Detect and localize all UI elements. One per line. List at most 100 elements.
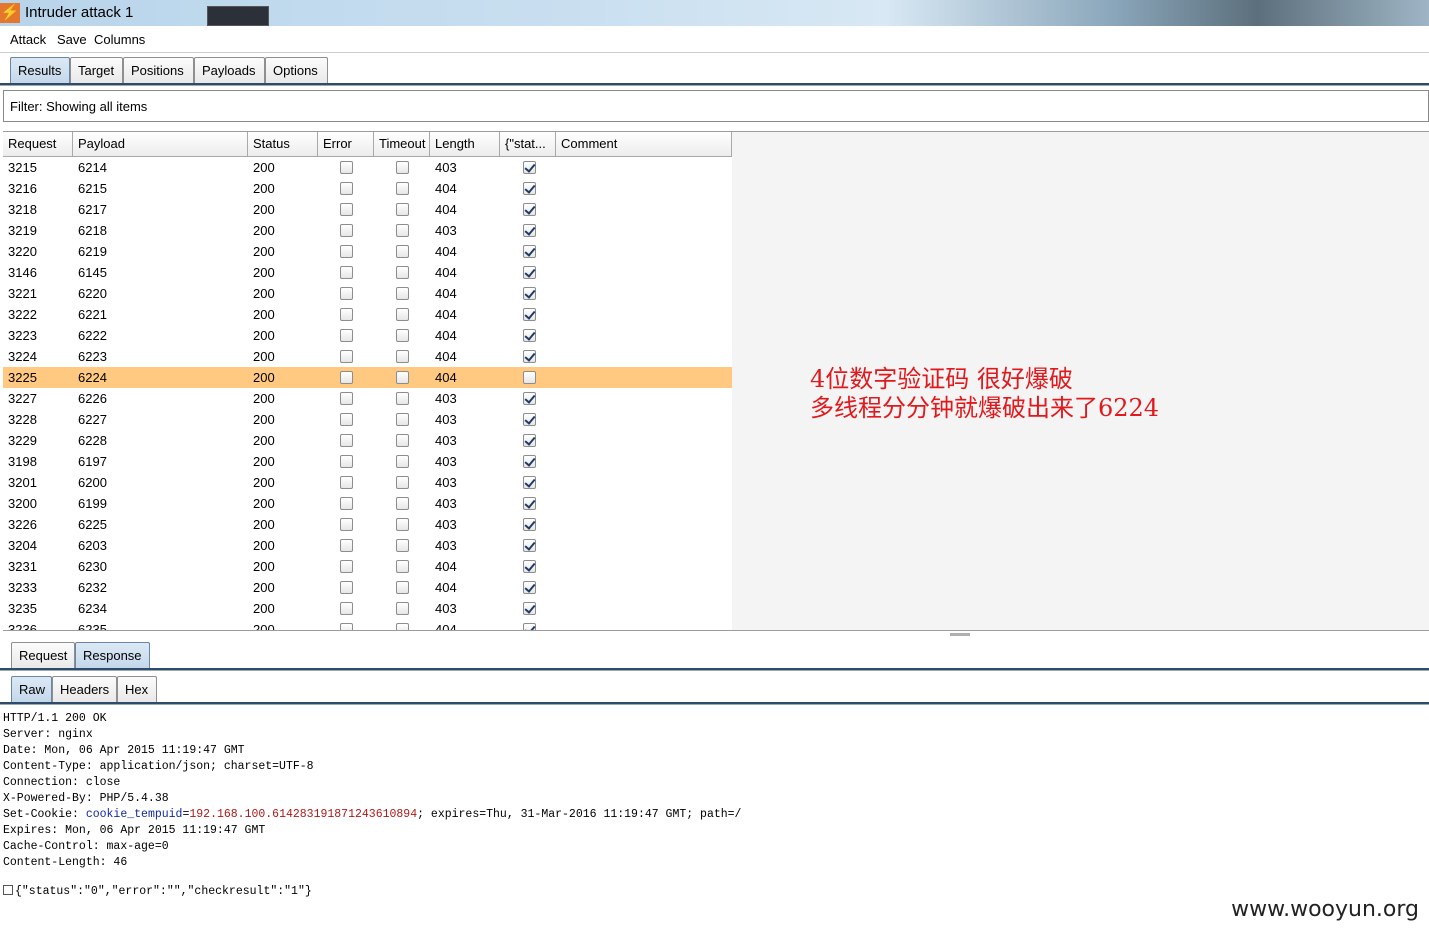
cell-status: 200 — [253, 286, 275, 301]
col-length-header[interactable]: Length — [430, 132, 500, 157]
error-checkbox — [340, 518, 353, 531]
table-row[interactable]: 3233 6232 200 404 — [3, 577, 732, 598]
cell-request: 3219 — [8, 223, 37, 238]
table-row[interactable]: 3200 6199 200 403 — [3, 493, 732, 514]
cell-request: 3220 — [8, 244, 37, 259]
cell-payload: 6230 — [78, 559, 107, 574]
cookie-value: 192.168.100.614283191871243610894 — [189, 808, 418, 821]
grep-match-checkbox — [523, 581, 536, 594]
table-row[interactable]: 3204 6203 200 403 — [3, 535, 732, 556]
cell-payload: 6203 — [78, 538, 107, 553]
grep-match-checkbox — [523, 287, 536, 300]
tab-hex[interactable]: Hex — [117, 676, 157, 703]
set-cookie-line: Set-Cookie: cookie_tempuid=192.168.100.6… — [3, 808, 742, 821]
tab-raw[interactable]: Raw — [11, 676, 52, 703]
cell-request: 3221 — [8, 286, 37, 301]
timeout-checkbox — [396, 392, 409, 405]
cell-status: 200 — [253, 433, 275, 448]
col-status-header[interactable]: Status — [248, 132, 318, 157]
table-row[interactable]: 3235 6234 200 403 — [3, 598, 732, 619]
error-checkbox — [340, 455, 353, 468]
grep-match-checkbox — [523, 455, 536, 468]
tab-payloads[interactable]: Payloads — [194, 57, 265, 84]
table-row[interactable]: 3221 6220 200 404 — [3, 283, 732, 304]
timeout-checkbox — [396, 245, 409, 258]
cell-length: 403 — [435, 601, 457, 616]
table-row[interactable]: 3198 6197 200 403 — [3, 451, 732, 472]
tab-request[interactable]: Request — [11, 642, 75, 669]
cell-request: 3215 — [8, 160, 37, 175]
table-row[interactable]: 3223 6222 200 404 — [3, 325, 732, 346]
timeout-checkbox — [396, 329, 409, 342]
table-row[interactable]: 3225 6224 200 404 — [3, 367, 732, 388]
cell-request: 3229 — [8, 433, 37, 448]
grep-match-checkbox — [523, 476, 536, 489]
tab-headers[interactable]: Headers — [52, 676, 117, 703]
filter-bar[interactable]: Filter: Showing all items — [3, 90, 1429, 122]
table-row[interactable]: 3228 6227 200 403 — [3, 409, 732, 430]
cell-request: 3228 — [8, 412, 37, 427]
cookie-name: cookie_tempuid — [85, 808, 183, 821]
response-raw-text[interactable]: HTTP/1.1 200 OK Server: nginx Date: Mon, 0… — [3, 711, 741, 871]
table-row[interactable]: 3231 6230 200 404 — [3, 556, 732, 577]
cell-request: 3231 — [8, 559, 37, 574]
tab-results[interactable]: Results — [10, 57, 70, 84]
col-payload-header[interactable]: Payload — [73, 132, 248, 157]
col-grep-header[interactable]: {"stat... — [500, 132, 556, 157]
cell-length: 403 — [435, 412, 457, 427]
table-row[interactable]: 3227 6226 200 403 — [3, 388, 732, 409]
grep-match-checkbox — [523, 413, 536, 426]
cell-request: 3201 — [8, 475, 37, 490]
cell-payload: 6214 — [78, 160, 107, 175]
menu-save[interactable]: Save — [57, 32, 87, 47]
cell-status: 200 — [253, 181, 275, 196]
results-pane: Request Payload Status Error Timeout Len… — [3, 131, 1429, 631]
cell-status: 200 — [253, 202, 275, 217]
tab-options[interactable]: Options — [265, 57, 328, 84]
col-request-header[interactable]: Request — [3, 132, 73, 157]
error-checkbox — [340, 434, 353, 447]
grep-match-checkbox — [523, 560, 536, 573]
timeout-checkbox — [396, 224, 409, 237]
grep-match-checkbox — [523, 434, 536, 447]
menu-attack[interactable]: Attack — [10, 32, 46, 47]
timeout-checkbox — [396, 581, 409, 594]
window-title: Intruder attack 1 — [25, 4, 134, 21]
response-line: Content-Length: 46 — [3, 856, 128, 869]
table-row[interactable]: 3201 6200 200 403 — [3, 472, 732, 493]
pane-splitter-handle[interactable] — [950, 633, 970, 636]
cell-length: 404 — [435, 580, 457, 595]
timeout-checkbox — [396, 371, 409, 384]
cell-payload: 6227 — [78, 412, 107, 427]
window-titlebar: ⚡ Intruder attack 1 — [0, 0, 1429, 26]
table-row[interactable]: 3146 6145 200 404 — [3, 262, 732, 283]
tab-response[interactable]: Response — [75, 642, 150, 669]
table-row[interactable]: 3222 6221 200 404 — [3, 304, 732, 325]
table-row[interactable]: 3220 6219 200 404 — [3, 241, 732, 262]
cell-status: 200 — [253, 160, 275, 175]
cell-payload: 6223 — [78, 349, 107, 364]
cell-length: 404 — [435, 181, 457, 196]
col-error-header[interactable]: Error — [318, 132, 374, 157]
table-row[interactable]: 3215 6214 200 403 — [3, 157, 732, 178]
table-row[interactable]: 3229 6228 200 403 — [3, 430, 732, 451]
menu-columns[interactable]: Columns — [94, 32, 145, 47]
table-row[interactable]: 3226 6225 200 403 — [3, 514, 732, 535]
cell-payload: 6219 — [78, 244, 107, 259]
cell-payload: 6221 — [78, 307, 107, 322]
cell-length: 403 — [435, 454, 457, 469]
cell-status: 200 — [253, 307, 275, 322]
error-checkbox — [340, 560, 353, 573]
col-timeout-header[interactable]: Timeout — [374, 132, 430, 157]
table-row[interactable]: 3224 6223 200 404 — [3, 346, 732, 367]
timeout-checkbox — [396, 434, 409, 447]
cell-length: 404 — [435, 202, 457, 217]
tab-target[interactable]: Target — [70, 57, 123, 84]
table-row[interactable]: 3219 6218 200 403 — [3, 220, 732, 241]
table-row[interactable]: 3216 6215 200 404 — [3, 178, 732, 199]
cell-request: 3224 — [8, 349, 37, 364]
col-comment-header[interactable]: Comment — [556, 132, 732, 157]
tab-positions[interactable]: Positions — [123, 57, 194, 84]
table-row[interactable]: 3236 6235 200 404 — [3, 619, 732, 630]
table-row[interactable]: 3218 6217 200 404 — [3, 199, 732, 220]
